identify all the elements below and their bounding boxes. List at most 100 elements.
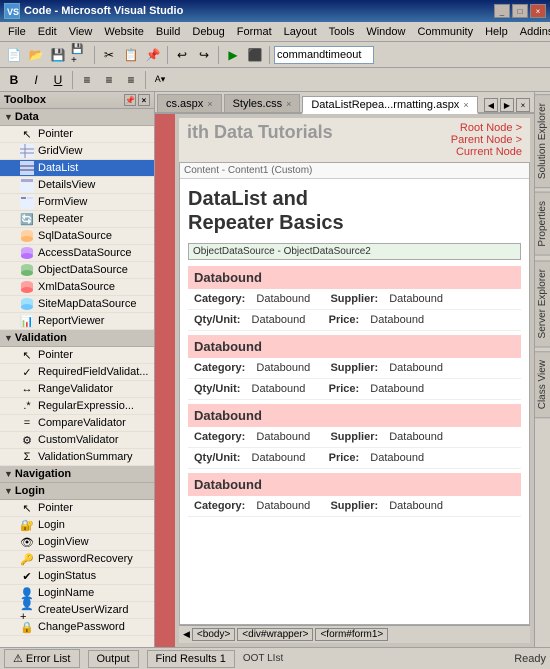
toolbox-pin-button[interactable]: 📌 [124, 94, 136, 106]
tool-repeater[interactable]: 🔄 Repeater [0, 211, 154, 228]
tool-detailsview[interactable]: DetailsView [0, 177, 154, 194]
qty-val-3: Databound [252, 452, 306, 464]
save-all-button[interactable]: 💾+ [70, 45, 90, 65]
tab-datalist[interactable]: DataListRepea...rmatting.aspx × [302, 96, 477, 114]
tab-scroll-right[interactable]: ▶ [500, 98, 514, 112]
class-view-tab[interactable]: Class View [534, 351, 550, 418]
tool-loginstatus-label: LoginStatus [38, 570, 96, 582]
pointer-icon: ↖ [20, 127, 34, 141]
close-button[interactable]: × [530, 4, 546, 18]
menu-build[interactable]: Build [150, 24, 186, 40]
start-button[interactable]: ▶ [223, 45, 243, 65]
bold-button[interactable]: B [4, 70, 24, 90]
align-right-button[interactable]: ≡ [121, 70, 141, 90]
window-controls[interactable]: _ □ × [494, 4, 546, 18]
menu-website[interactable]: Website [98, 24, 150, 40]
tab-cs-close[interactable]: × [207, 99, 212, 109]
underline-button[interactable]: U [48, 70, 68, 90]
align-center-button[interactable]: ≡ [99, 70, 119, 90]
price-label-1: Price: [329, 314, 360, 326]
output-tab[interactable]: Output [88, 650, 139, 668]
menu-format[interactable]: Format [231, 24, 278, 40]
search-input[interactable] [274, 46, 374, 64]
tool-rangevalidator[interactable]: ↔ RangeValidator [0, 381, 154, 398]
cut-button[interactable]: ✂ [99, 45, 119, 65]
tool-pointer-data[interactable]: ↖ Pointer [0, 126, 154, 143]
stop-button[interactable]: ⬛ [245, 45, 265, 65]
html-tag-wrapper[interactable]: <div#wrapper> [237, 628, 313, 641]
tool-changepassword[interactable]: 🔒 ChangePassword [0, 619, 154, 636]
tab-styles-css[interactable]: Styles.css × [224, 94, 301, 112]
tab-datalist-close[interactable]: × [463, 100, 468, 110]
menu-window[interactable]: Window [360, 24, 411, 40]
tool-createuserwizard[interactable]: 👤+ CreateUserWizard [0, 602, 154, 619]
cat-label-2: Category: [194, 362, 245, 374]
copy-button[interactable]: 📋 [121, 45, 141, 65]
toolbox-close-button[interactable]: × [138, 94, 150, 106]
tool-pointer-validation[interactable]: ↖ Pointer [0, 347, 154, 364]
solution-explorer-tab[interactable]: Solution Explorer [534, 94, 550, 188]
server-explorer-tab[interactable]: Server Explorer [534, 260, 550, 347]
tool-loginstatus[interactable]: ✔ LoginStatus [0, 568, 154, 585]
tool-objectdatasource[interactable]: ObjectDataSource [0, 262, 154, 279]
tool-reportviewer[interactable]: 📊 ReportViewer [0, 313, 154, 330]
toolbox-section-data[interactable]: ▼ Data [0, 109, 154, 126]
tab-datalist-label: DataListRepea...rmatting.aspx [311, 99, 459, 111]
tool-requiredfieldvalidator[interactable]: ✓ RequiredFieldValidat... [0, 364, 154, 381]
toolbox-section-login[interactable]: ▼ Login [0, 483, 154, 500]
menu-layout[interactable]: Layout [278, 24, 323, 40]
tool-loginview[interactable]: 👁 LoginView [0, 534, 154, 551]
italic-button[interactable]: I [26, 70, 46, 90]
forecolor-button[interactable]: A▾ [150, 70, 170, 90]
tab-close-all[interactable]: × [516, 98, 530, 112]
tool-comparevalidator[interactable]: = CompareValidator [0, 415, 154, 432]
status-left: ⚠ Error List Output Find Results 1 OOT L… [4, 649, 283, 668]
tool-sqldatasource[interactable]: SqlDataSource [0, 228, 154, 245]
tool-regularexpression[interactable]: .* RegularExpressio... [0, 398, 154, 415]
range-icon: ↔ [20, 382, 34, 396]
new-file-button[interactable]: 📄 [4, 45, 24, 65]
menu-edit[interactable]: Edit [32, 24, 63, 40]
menu-tools[interactable]: Tools [323, 24, 361, 40]
menu-help[interactable]: Help [479, 24, 514, 40]
html-tag-form[interactable]: <form#form1> [315, 628, 388, 641]
undo-button[interactable]: ↩ [172, 45, 192, 65]
save-button[interactable]: 💾 [48, 45, 68, 65]
tool-formview[interactable]: FormView [0, 194, 154, 211]
tool-datalist[interactable]: DataList [0, 160, 154, 177]
find-results-tab[interactable]: Find Results 1 [147, 650, 235, 668]
tab-scroll-left[interactable]: ◀ [484, 98, 498, 112]
tool-validationsummary[interactable]: Σ ValidationSummary [0, 449, 154, 466]
design-area: ith Data Tutorials Root Node > Parent No… [155, 114, 534, 647]
open-button[interactable]: 📂 [26, 45, 46, 65]
toolbox-section-navigation[interactable]: ▼ Navigation [0, 466, 154, 483]
datasource-label: ObjectDataSource - ObjectDataSource2 [193, 246, 371, 257]
tab-cs-aspx[interactable]: cs.aspx × [157, 94, 222, 112]
tool-customvalidator[interactable]: ⚙ CustomValidator [0, 432, 154, 449]
tool-pointer-login[interactable]: ↖ Pointer [0, 500, 154, 517]
tool-login[interactable]: 🔐 Login [0, 517, 154, 534]
html-tags-scroll-left[interactable]: ◀ [183, 629, 190, 640]
align-left-button[interactable]: ≡ [77, 70, 97, 90]
menu-debug[interactable]: Debug [186, 24, 230, 40]
properties-tab[interactable]: Properties [534, 192, 550, 256]
redo-button[interactable]: ↪ [194, 45, 214, 65]
menu-file[interactable]: File [2, 24, 32, 40]
tool-sitemapdatasource[interactable]: SiteMapDataSource [0, 296, 154, 313]
html-tag-body[interactable]: <body> [192, 628, 235, 641]
tool-accessdatasource[interactable]: AccessDataSource [0, 245, 154, 262]
tool-passwordrecovery[interactable]: 🔑 PasswordRecovery [0, 551, 154, 568]
tab-styles-close[interactable]: × [286, 99, 291, 109]
menu-view[interactable]: View [63, 24, 99, 40]
menu-addins[interactable]: Addins [514, 24, 550, 40]
tool-gridview[interactable]: GridView [0, 143, 154, 160]
paste-button[interactable]: 📌 [143, 45, 163, 65]
error-list-tab[interactable]: ⚠ Error List [4, 649, 80, 668]
menu-community[interactable]: Community [411, 24, 479, 40]
toolbox-section-validation[interactable]: ▼ Validation [0, 330, 154, 347]
accessdatasource-icon [20, 246, 34, 260]
datalist-detail-1b: Qty/Unit: Databound Price: Databound [188, 310, 521, 331]
tool-xmldatasource[interactable]: XmlDataSource [0, 279, 154, 296]
minimize-button[interactable]: _ [494, 4, 510, 18]
maximize-button[interactable]: □ [512, 4, 528, 18]
